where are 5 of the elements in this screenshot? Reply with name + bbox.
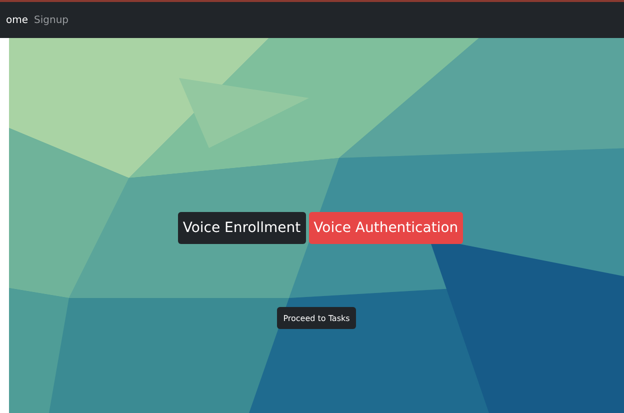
voice-button[interactable]: Voice Enrollment (178, 212, 306, 244)
nav-link[interactable]: Signup (34, 14, 69, 26)
voice-button[interactable]: Voice Authentication (308, 212, 464, 244)
proceed-button[interactable]: Proceed to Tasks (277, 307, 356, 329)
nav-link[interactable]: ome (6, 14, 28, 26)
